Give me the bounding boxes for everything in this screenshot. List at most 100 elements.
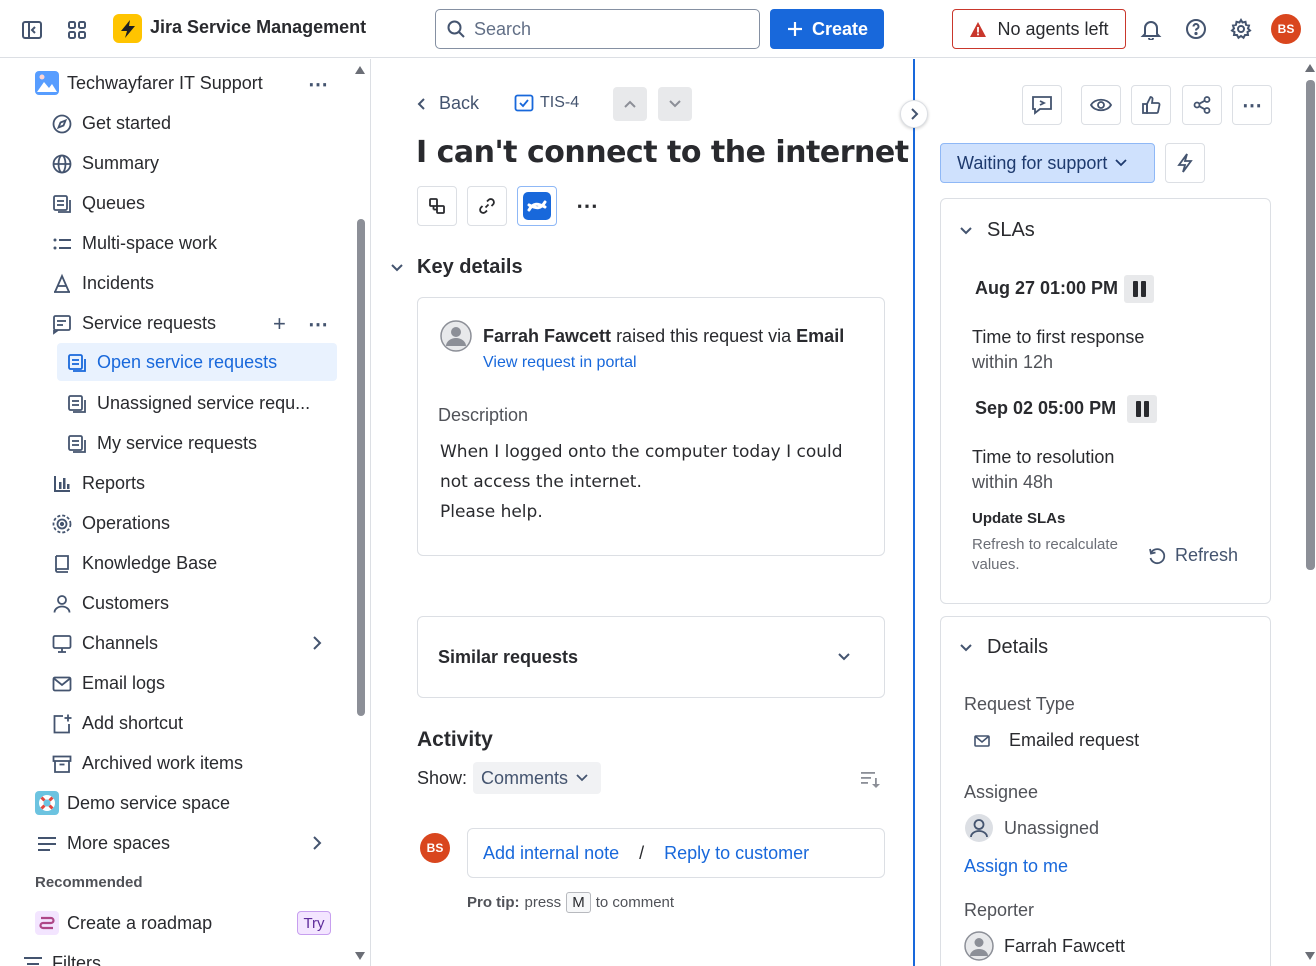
- sidebar-item-label: Customers: [82, 592, 170, 613]
- status-label: Waiting for support: [957, 152, 1108, 173]
- back-button[interactable]: Back: [417, 93, 479, 114]
- chart-icon: [51, 473, 73, 495]
- issue-key-link[interactable]: TIS-4: [514, 93, 579, 113]
- sidebar-item-incidents[interactable]: Incidents: [0, 264, 340, 302]
- lightning-icon: [1177, 153, 1193, 173]
- requester-name[interactable]: Farrah Fawcett: [483, 326, 611, 346]
- sidebar-item-label: Filters: [52, 952, 101, 966]
- details-toggle[interactable]: Details: [959, 636, 1048, 659]
- child-issue-icon: [429, 198, 445, 214]
- search-input[interactable]: Search: [435, 9, 760, 49]
- sidebar-item-my-service-requests[interactable]: My service requests: [0, 424, 340, 462]
- sidebar-item-demo-service-space[interactable]: Demo service space: [0, 784, 340, 822]
- scroll-up-arrow-icon[interactable]: [354, 65, 366, 75]
- description-label: Description: [438, 405, 529, 425]
- sidebar-item-create-roadmap[interactable]: Create a roadmap Try: [0, 904, 340, 942]
- pro-tip-rest: to comment: [595, 894, 675, 911]
- reporter-field[interactable]: Farrah Fawcett: [964, 931, 1125, 961]
- sidebar-item-label: Open service requests: [97, 351, 278, 372]
- space-more-icon[interactable]: ⋯: [308, 72, 328, 97]
- issue-side-panel: ⋯ Waiting for support SLAs Aug 27 01:00 …: [915, 59, 1316, 966]
- warning-icon: [969, 21, 987, 38]
- refresh-hint-line: values.: [972, 556, 1020, 573]
- sidebar-item-queues[interactable]: Queues: [0, 184, 340, 222]
- scroll-down-arrow-icon[interactable]: [1304, 951, 1316, 961]
- status-dropdown[interactable]: Waiting for support: [940, 143, 1155, 183]
- sidebar-item-multi-space-work[interactable]: Multi-space work: [0, 224, 340, 262]
- sidebar-item-unassigned-service-requests[interactable]: Unassigned service requ...: [0, 384, 340, 422]
- similar-requests-card[interactable]: Similar requests: [417, 616, 885, 698]
- slas-heading: SLAs: [987, 219, 1035, 241]
- issue-title[interactable]: I can't connect to the internet: [416, 135, 909, 170]
- add-internal-note-link[interactable]: Add internal note: [483, 843, 619, 864]
- watch-button[interactable]: [1081, 85, 1121, 125]
- no-agents-button[interactable]: No agents left: [952, 9, 1126, 49]
- sidebar-item-customers[interactable]: Customers: [0, 584, 340, 622]
- sidebar-item-knowledge-base[interactable]: Knowledge Base: [0, 544, 340, 582]
- more-actions-icon[interactable]: ⋯: [576, 193, 598, 219]
- service-requests-more-icon[interactable]: ⋯: [308, 312, 328, 337]
- notifications-bell-icon[interactable]: [1138, 16, 1164, 42]
- key-details-toggle[interactable]: Key details: [390, 256, 523, 279]
- more-icon: ⋯: [1242, 94, 1262, 117]
- previous-issue-button[interactable]: [613, 87, 647, 121]
- assign-to-me-link[interactable]: Assign to me: [964, 856, 1068, 877]
- create-button[interactable]: Create: [770, 9, 884, 49]
- more-options-button[interactable]: ⋯: [1232, 85, 1272, 125]
- try-badge[interactable]: Try: [297, 911, 331, 935]
- add-request-plus-icon[interactable]: +: [273, 311, 286, 337]
- sidebar-item-summary[interactable]: Summary: [0, 144, 340, 182]
- email-icon: [51, 673, 73, 695]
- sidebar-item-open-service-requests[interactable]: Open service requests: [57, 343, 337, 381]
- chevron-right-icon: [311, 635, 323, 651]
- sidebar-item-reports[interactable]: Reports: [0, 464, 340, 502]
- recommended-heading: Recommended: [35, 874, 143, 891]
- sidebar-item-filters[interactable]: Filters: [0, 944, 340, 966]
- sidebar-toggle-icon[interactable]: [18, 16, 46, 44]
- sidebar-item-service-requests[interactable]: Service requests + ⋯: [0, 304, 340, 342]
- view-portal-link[interactable]: View request in portal: [483, 354, 637, 372]
- sidebar-item-operations[interactable]: Operations: [0, 504, 340, 542]
- filter-icon: [22, 953, 48, 966]
- comment-box[interactable]: Add internal note / Reply to customer: [467, 828, 885, 878]
- automation-button[interactable]: [1165, 143, 1205, 183]
- vote-button[interactable]: [1131, 85, 1171, 125]
- slas-toggle[interactable]: SLAs: [959, 219, 1035, 242]
- settings-gear-icon[interactable]: [1228, 16, 1254, 42]
- jira-logo-icon[interactable]: [113, 14, 142, 43]
- app-switcher-icon[interactable]: [63, 16, 91, 44]
- reply-to-customer-link[interactable]: Reply to customer: [664, 843, 809, 864]
- space-header[interactable]: Techwayfarer IT Support ⋯: [0, 64, 340, 102]
- help-icon[interactable]: [1183, 16, 1209, 42]
- confluence-button[interactable]: [517, 186, 557, 226]
- sort-icon[interactable]: [860, 769, 880, 789]
- user-avatar[interactable]: BS: [1271, 14, 1301, 44]
- sidebar-item-channels[interactable]: Channels: [0, 624, 340, 662]
- sidebar-item-label: Queues: [82, 192, 146, 213]
- description-body[interactable]: When I logged onto the computer today I …: [440, 437, 843, 527]
- chevron-right-icon: [311, 835, 323, 851]
- side-panel-scroll-thumb[interactable]: [1306, 80, 1315, 570]
- show-comments-dropdown[interactable]: Comments: [473, 762, 601, 794]
- sidebar-scroll-thumb[interactable]: [357, 219, 365, 716]
- sidebar-item-email-logs[interactable]: Email logs: [0, 664, 340, 702]
- scroll-down-arrow-icon[interactable]: [354, 951, 366, 961]
- sidebar-item-archived-work-items[interactable]: Archived work items: [0, 744, 340, 782]
- sidebar-item-get-started[interactable]: Get started: [0, 104, 340, 142]
- scroll-up-arrow-icon[interactable]: [1304, 63, 1316, 73]
- request-type-field[interactable]: Emailed request: [974, 730, 1139, 751]
- share-button[interactable]: [1182, 85, 1222, 125]
- next-issue-button[interactable]: [658, 87, 692, 121]
- refresh-button[interactable]: Refresh: [1147, 545, 1238, 566]
- app-title[interactable]: Jira Service Management: [150, 17, 366, 38]
- assignee-field[interactable]: Unassigned: [964, 813, 1099, 843]
- assignee-label: Assignee: [964, 782, 1039, 802]
- sidebar-item-more-spaces[interactable]: More spaces: [0, 824, 340, 862]
- copy-link-button[interactable]: [467, 186, 507, 226]
- link-work-item-button[interactable]: [417, 186, 457, 226]
- requester-avatar-icon: [440, 320, 472, 352]
- feedback-button[interactable]: [1022, 85, 1062, 125]
- sidebar-item-add-shortcut[interactable]: Add shortcut: [0, 704, 340, 742]
- thumbs-up-icon: [1142, 96, 1161, 114]
- pause-icon: [1127, 395, 1157, 423]
